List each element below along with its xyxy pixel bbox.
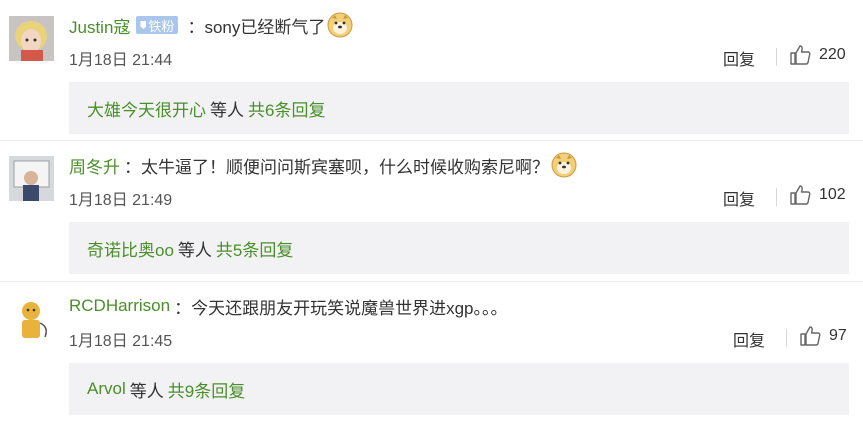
colon: ： bbox=[124, 157, 141, 177]
badge-label: 铁粉 bbox=[148, 18, 175, 34]
replies-etc: 等人 bbox=[129, 381, 164, 401]
comment-date: 1月18日 21:44 bbox=[69, 52, 173, 69]
colon: ： bbox=[174, 298, 192, 318]
comment-date: 1月18日 21:45 bbox=[69, 333, 173, 350]
doge-emoji-icon bbox=[551, 152, 577, 178]
replies-preview[interactable]: 奇诺比奥oo 等人 共5条回复 bbox=[69, 222, 849, 274]
comment-header: RCDHarrison ： 今天还跟朋友开玩笑说魔兽世界进xgp。。。 bbox=[69, 293, 508, 319]
comment-item: 周冬升 ： 太牛逼了！顺便问问斯宾塞呗，什么时候收购索尼啊？ 1月18日 21:… bbox=[0, 140, 863, 280]
thumbs-up-icon bbox=[799, 325, 821, 347]
action-divider bbox=[776, 188, 777, 206]
action-divider bbox=[786, 329, 787, 347]
comment-text: 太牛逼了！顺便问问斯宾塞呗，什么时候收购索尼啊？ bbox=[141, 157, 549, 177]
comment-text: sony已经断气了 bbox=[204, 17, 326, 37]
username-link[interactable]: RCDHarrison bbox=[69, 296, 170, 316]
comment-text: 今天还跟朋友开玩笑说魔兽世界进xgp。。。 bbox=[191, 298, 508, 318]
replies-total-link[interactable]: 共9条回复 bbox=[168, 377, 245, 402]
comment-header: 周冬升 ： 太牛逼了！顺便问问斯宾塞呗，什么时候收购索尼啊？ bbox=[69, 152, 577, 178]
reply-button[interactable]: 回复 bbox=[723, 186, 755, 210]
doge-emoji-icon bbox=[327, 12, 353, 38]
reply-user-link[interactable]: 奇诺比奥oo bbox=[87, 236, 174, 261]
like-button[interactable]: 97 bbox=[799, 325, 847, 347]
comment-item: RCDHarrison ： 今天还跟朋友开玩笑说魔兽世界进xgp。。。 1月18… bbox=[0, 281, 863, 421]
replies-total-link[interactable]: 共6条回复 bbox=[248, 96, 325, 121]
replies-preview[interactable]: Arvol 等人 共9条回复 bbox=[69, 363, 849, 415]
comment-item: Justin寇 铁粉 ： sony已经断气了 1月18日 21:44 回复 22… bbox=[0, 0, 863, 140]
fan-badge[interactable]: 铁粉 bbox=[136, 16, 179, 34]
like-button[interactable]: 102 bbox=[789, 184, 846, 206]
like-count: 220 bbox=[819, 46, 846, 63]
reply-button[interactable]: 回复 bbox=[723, 46, 755, 70]
action-divider bbox=[776, 48, 777, 66]
comment-header: Justin寇 铁粉 ： sony已经断气了 bbox=[69, 12, 353, 38]
replies-etc: 等人 bbox=[210, 100, 244, 120]
comment-date: 1月18日 21:49 bbox=[69, 192, 173, 209]
reply-user-link[interactable]: 大雄今天很开心 bbox=[87, 96, 206, 121]
colon: ： bbox=[187, 17, 205, 37]
username-link[interactable]: Justin寇 bbox=[69, 13, 130, 38]
replies-etc: 等人 bbox=[177, 240, 212, 260]
avatar[interactable] bbox=[9, 16, 54, 61]
username-link[interactable]: 周冬升 bbox=[69, 153, 120, 178]
replies-total-link[interactable]: 共5条回复 bbox=[216, 236, 293, 261]
like-count: 102 bbox=[819, 186, 846, 203]
avatar[interactable] bbox=[9, 156, 54, 201]
like-count: 97 bbox=[829, 327, 847, 344]
thumbs-up-icon bbox=[789, 184, 811, 206]
replies-preview[interactable]: 大雄今天很开心 等人 共6条回复 bbox=[69, 82, 849, 134]
avatar[interactable] bbox=[9, 297, 54, 342]
badge-flag-icon bbox=[140, 21, 147, 29]
thumbs-up-icon bbox=[789, 44, 811, 66]
reply-user-link[interactable]: Arvol bbox=[87, 379, 126, 399]
reply-button[interactable]: 回复 bbox=[733, 327, 765, 351]
like-button[interactable]: 220 bbox=[789, 44, 846, 66]
